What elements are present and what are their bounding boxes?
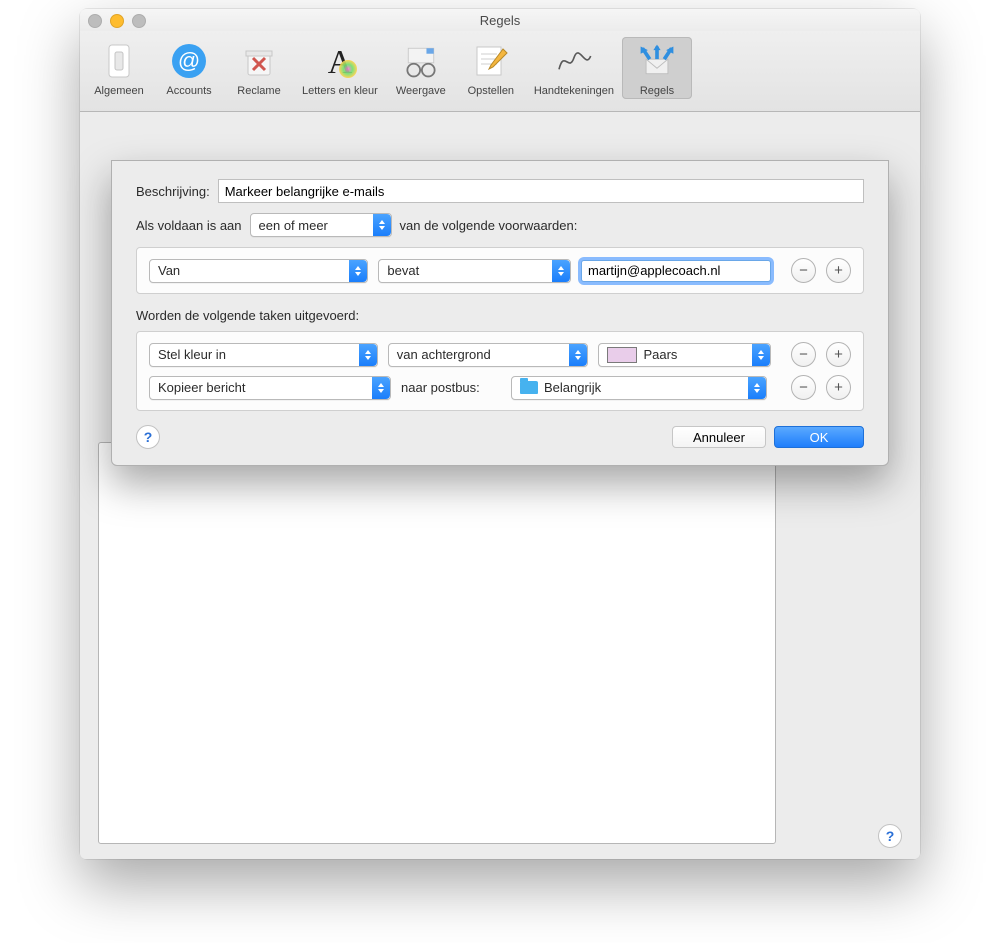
action-type-select[interactable]: Stel kleur in xyxy=(149,343,378,367)
tab-composing[interactable]: Opstellen xyxy=(456,37,526,99)
tab-accounts[interactable]: @ Accounts xyxy=(154,37,224,99)
cancel-button[interactable]: Annuleer xyxy=(672,426,766,448)
glasses-envelope-icon xyxy=(401,41,441,81)
add-condition-button[interactable]: + xyxy=(826,258,851,283)
description-label: Beschrijving: xyxy=(136,184,210,199)
condition-field-select[interactable]: Van xyxy=(149,259,368,283)
zoom-window-button[interactable] xyxy=(132,14,146,28)
tab-junk[interactable]: Reclame xyxy=(224,37,294,99)
signature-icon xyxy=(554,41,594,81)
prefs-toolbar: Algemeen @ Accounts Reclame xyxy=(80,31,920,112)
letter-a-color-icon: A xyxy=(320,41,360,81)
folder-icon xyxy=(520,381,538,394)
tab-viewing[interactable]: Weergave xyxy=(386,37,456,99)
action-type-select[interactable]: Kopieer bericht xyxy=(149,376,391,400)
remove-action-button[interactable]: − xyxy=(791,342,816,367)
action-arg-label: naar postbus: xyxy=(401,380,501,395)
tab-general[interactable]: Algemeen xyxy=(84,37,154,99)
condition-value-input[interactable] xyxy=(581,260,771,282)
tab-signatures[interactable]: Handtekeningen xyxy=(526,37,622,99)
conditions-suffix: van de volgende voorwaarden: xyxy=(400,218,578,233)
action-arg-select[interactable]: van achtergrond xyxy=(388,343,589,367)
junk-bin-icon xyxy=(239,41,279,81)
sheet-help-button[interactable]: ? xyxy=(136,425,160,449)
actions-group: Stel kleur in van achtergrond Paars − + xyxy=(136,331,864,411)
switch-icon xyxy=(99,41,139,81)
condition-row: Van bevat − + xyxy=(149,258,851,283)
rule-edit-sheet: Beschrijving: Als voldaan is aan een of … xyxy=(111,160,889,466)
color-swatch-icon xyxy=(607,347,637,363)
compose-pencil-icon xyxy=(471,41,511,81)
actions-label: Worden de volgende taken uitgevoerd: xyxy=(136,308,864,323)
action-row: Kopieer bericht naar postbus: Belangrijk… xyxy=(149,375,851,400)
match-mode-select[interactable]: een of meer xyxy=(250,213,392,237)
window-title: Regels xyxy=(480,13,520,28)
description-input[interactable] xyxy=(218,179,864,203)
titlebar: Regels xyxy=(80,9,920,31)
help-button[interactable]: ? xyxy=(878,824,902,848)
close-window-button[interactable] xyxy=(88,14,102,28)
minimize-window-button[interactable] xyxy=(110,14,124,28)
conditions-prefix: Als voldaan is aan xyxy=(136,218,242,233)
remove-condition-button[interactable]: − xyxy=(791,258,816,283)
action-row: Stel kleur in van achtergrond Paars − + xyxy=(149,342,851,367)
ok-button[interactable]: OK xyxy=(774,426,864,448)
at-sign-icon: @ xyxy=(169,41,209,81)
rules-list[interactable] xyxy=(98,442,776,844)
add-action-button[interactable]: + xyxy=(826,342,851,367)
svg-text:@: @ xyxy=(178,48,200,73)
condition-operator-select[interactable]: bevat xyxy=(378,259,571,283)
rules-arrows-envelope-icon xyxy=(637,41,677,81)
tab-rules[interactable]: Regels xyxy=(622,37,692,99)
add-action-button[interactable]: + xyxy=(826,375,851,400)
tab-fonts-colors[interactable]: A Letters en kleur xyxy=(294,37,386,99)
conditions-group: Van bevat − + xyxy=(136,247,864,294)
action-color-select[interactable]: Paars xyxy=(598,343,771,367)
action-mailbox-select[interactable]: Belangrijk xyxy=(511,376,767,400)
remove-action-button[interactable]: − xyxy=(791,375,816,400)
